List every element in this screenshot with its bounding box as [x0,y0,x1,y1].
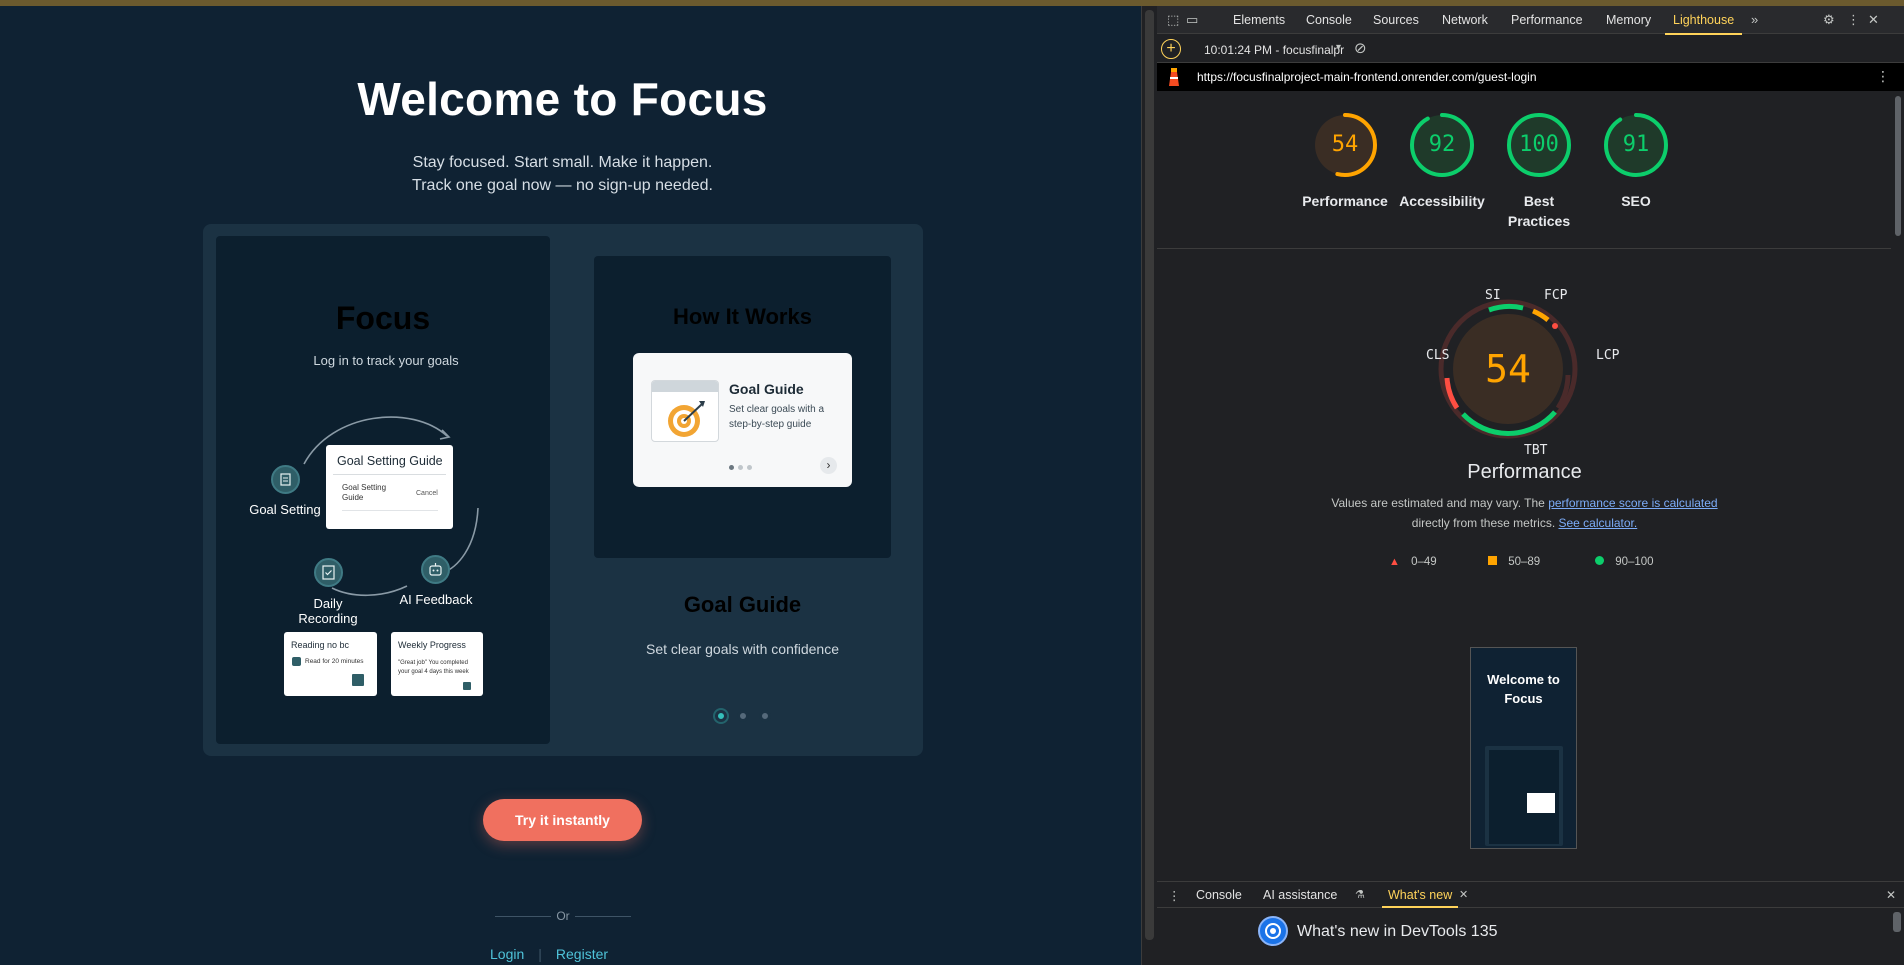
score-label: Best Practices [1507,193,1571,229]
report-menu-icon[interactable]: ⋮ [1876,68,1890,85]
daily-recording-node-icon [314,558,343,587]
goal-guide-slide: Goal Guide Set clear goals with a step-b… [633,353,852,487]
performance-score-value: 54 [1485,347,1531,391]
score-label: Performance [1302,193,1388,209]
carousel-dot-2[interactable] [737,710,749,722]
chevron-down-icon[interactable]: ▾ [1336,42,1341,53]
goal-setting-guide-card: Goal Setting Guide Goal Setting Guide Ca… [326,445,453,529]
page-subtitle-2: Track one goal now — no sign-up needed. [412,177,713,194]
metric-tbt: TBT [1524,443,1548,458]
slide-title: Goal Guide [683,592,802,617]
report-url-bar: https://focusfinalproject-main-frontend.… [1157,63,1904,91]
carousel-dots [715,710,771,722]
checkbox-checked-icon [292,657,301,666]
new-report-icon[interactable]: + [1161,39,1181,59]
score-value: 100 [1519,132,1559,157]
target-icon [651,380,719,442]
more-tabs-icon[interactable]: » [1751,12,1758,27]
goal-setting-guide-item: Goal Setting Guide [342,483,387,502]
gear-icon[interactable]: ⚙ [1823,12,1835,28]
score-value: 92 [1428,132,1456,157]
carousel-dot-1[interactable] [715,710,727,722]
tab-console[interactable]: Console [1306,13,1352,27]
score-gauge-seo[interactable]: 91 [1603,112,1669,178]
score-value: 54 [1331,132,1359,157]
auth-links: Login | Register [490,946,609,962]
ai-feedback-label: AI Feedback [399,592,473,607]
page-subtitle-1: Stay focused. Start small. Make it happe… [412,154,713,171]
or-divider: Or [495,909,631,923]
login-link[interactable]: Login [490,946,524,962]
goal-setting-guide-title: Goal Setting Guide [337,454,443,468]
score-label: SEO [1621,193,1651,209]
kebab-menu-icon[interactable]: ⋮ [1847,12,1860,28]
ai-feedback-node-icon [421,555,450,584]
devtools: ⬚ ▭ Elements Console Sources Network Per… [1157,6,1904,965]
metric-fcp: FCP [1544,288,1568,303]
try-it-instantly-button[interactable]: Try it instantly [483,799,642,841]
goal-guide-dots [729,465,752,470]
slide-description: Set clear goals with confidence [646,641,839,657]
tab-sources[interactable]: Sources [1373,13,1419,27]
lighthouse-logo-icon [1168,68,1180,86]
goal-guide-description: Set clear goals with a step-by-step guid… [729,404,825,430]
devtools-tab-bar: ⬚ ▭ Elements Console Sources Network Per… [1157,6,1904,35]
lighthouse-toolbar: + 10:01:24 PM - focusfinalpr ▾ ⊘ [1157,35,1904,63]
report-url: https://focusfinalproject-main-frontend.… [1197,70,1537,84]
chevron-right-icon[interactable]: › [820,457,837,474]
tab-performance[interactable]: Performance [1511,13,1583,27]
report-selector[interactable]: 10:01:24 PM - focusfinalpr [1204,43,1344,57]
weekly-progress-card: Weekly Progress "Great job" You complete… [391,632,483,696]
daily-recording-label: Daily Recording [298,596,358,626]
clear-icon[interactable]: ⊘ [1354,39,1367,57]
performance-heading: Performance [1467,461,1582,483]
tab-elements[interactable]: Elements [1233,13,1285,27]
focus-card-subtitle: Log in to track your goals [313,353,459,368]
tab-network[interactable]: Network [1442,13,1488,27]
score-gauge-accessibility[interactable]: 92 [1409,112,1475,178]
panel-splitter[interactable] [1141,6,1157,965]
gift-small-icon [463,682,471,690]
gift-icon [352,674,364,686]
weekly-progress-title: Weekly Progress [398,640,466,650]
reading-card-title: Reading no bc [291,640,350,650]
close-icon[interactable]: ✕ [1868,12,1879,28]
metric-lcp: LCP [1596,348,1620,363]
focus-card-title: Focus [335,300,431,336]
reading-card: Reading no bc Read for 20 minutes [284,632,377,696]
score-gauge-performance[interactable]: 54 [1312,112,1378,178]
weekly-progress-quote: "Great job" You completed your goal 4 da… [398,660,469,675]
goal-setting-label: Goal Setting [249,502,321,517]
metric-si: SI [1485,288,1501,303]
device-toolbar-icon[interactable]: ▭ [1186,12,1198,28]
score-gauge-best-practices[interactable]: 100 [1506,112,1572,178]
score-value: 91 [1622,132,1650,157]
inspect-element-icon[interactable]: ⬚ [1167,12,1179,28]
score-label: Accessibility [1399,193,1485,209]
metric-cls: CLS [1426,348,1450,363]
section-divider [1157,248,1891,249]
goal-setting-node-icon [271,465,300,494]
page-title: Welcome to Focus [357,73,768,125]
guide-cancel-button: Cancel [416,490,438,497]
how-it-works-card: How It Works Goal Guide Set clear goals … [594,256,891,558]
tab-lighthouse[interactable]: Lighthouse [1664,13,1743,35]
goal-guide-title: Goal Guide [729,381,804,397]
how-it-works-title: How It Works [673,304,812,329]
carousel-dot-3[interactable] [759,710,771,722]
reading-card-check: Read for 20 minutes [305,658,364,665]
tab-memory[interactable]: Memory [1606,13,1651,27]
register-link[interactable]: Register [556,946,608,962]
